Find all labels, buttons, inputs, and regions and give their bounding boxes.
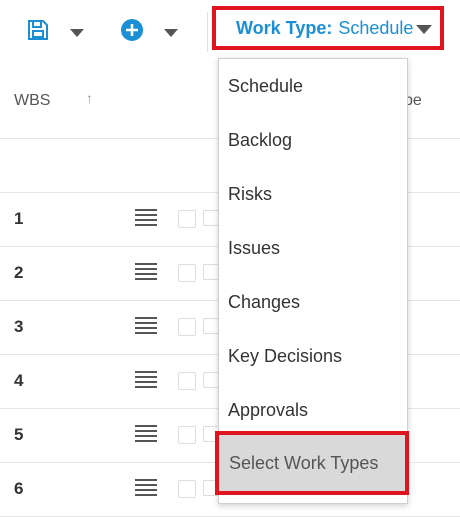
add-button[interactable] bbox=[120, 18, 178, 47]
select-work-types-button[interactable]: Select Work Types bbox=[215, 431, 409, 495]
menu-item-approvals[interactable]: Approvals bbox=[219, 383, 407, 437]
row-menu-icon[interactable] bbox=[135, 209, 157, 227]
save-button[interactable] bbox=[26, 18, 84, 47]
work-type-selector[interactable]: Work Type: Schedule bbox=[212, 6, 444, 50]
save-dropdown-chevron-icon[interactable] bbox=[70, 28, 84, 37]
comment-icon[interactable] bbox=[203, 372, 219, 388]
chevron-down-icon bbox=[416, 25, 432, 34]
floppy-disk-icon bbox=[26, 18, 50, 47]
row-wbs: 3 bbox=[14, 317, 24, 336]
menu-item-schedule[interactable]: Schedule bbox=[219, 59, 407, 113]
work-type-value: Schedule bbox=[338, 17, 414, 38]
menu-item-changes[interactable]: Changes bbox=[219, 275, 407, 329]
row-menu-icon[interactable] bbox=[135, 425, 157, 443]
plus-circle-icon bbox=[120, 18, 144, 47]
menu-item-issues[interactable]: Issues bbox=[219, 221, 407, 275]
comment-icon[interactable] bbox=[203, 264, 219, 280]
note-icon[interactable] bbox=[178, 426, 196, 444]
comment-icon[interactable] bbox=[203, 210, 219, 226]
note-icon[interactable] bbox=[178, 264, 196, 282]
add-dropdown-chevron-icon[interactable] bbox=[164, 28, 178, 37]
note-icon[interactable] bbox=[178, 372, 196, 390]
note-icon[interactable] bbox=[178, 318, 196, 336]
note-icon[interactable] bbox=[178, 210, 196, 228]
row-menu-icon[interactable] bbox=[135, 263, 157, 281]
note-icon[interactable] bbox=[178, 480, 196, 498]
menu-item-backlog[interactable]: Backlog bbox=[219, 113, 407, 167]
row-wbs: 2 bbox=[14, 263, 24, 282]
column-header-wbs[interactable]: WBS bbox=[14, 92, 50, 110]
row-wbs: 6 bbox=[14, 479, 24, 498]
row-wbs: 4 bbox=[14, 371, 24, 390]
row-menu-icon[interactable] bbox=[135, 371, 157, 389]
row-wbs: 5 bbox=[14, 425, 24, 444]
row-wbs: 1 bbox=[14, 209, 24, 228]
row-menu-icon[interactable] bbox=[135, 479, 157, 497]
row-menu-icon[interactable] bbox=[135, 317, 157, 335]
toolbar: Work Type: Schedule bbox=[0, 0, 460, 63]
work-type-dropdown: Schedule Backlog Risks Issues Changes Ke… bbox=[215, 58, 409, 504]
comment-icon[interactable] bbox=[203, 318, 219, 334]
menu-item-risks[interactable]: Risks bbox=[219, 167, 407, 221]
toolbar-divider bbox=[207, 12, 208, 52]
menu-item-key-decisions[interactable]: Key Decisions bbox=[219, 329, 407, 383]
sort-ascending-icon[interactable]: ↑ bbox=[86, 90, 93, 106]
work-type-label: Work Type: bbox=[236, 17, 333, 38]
